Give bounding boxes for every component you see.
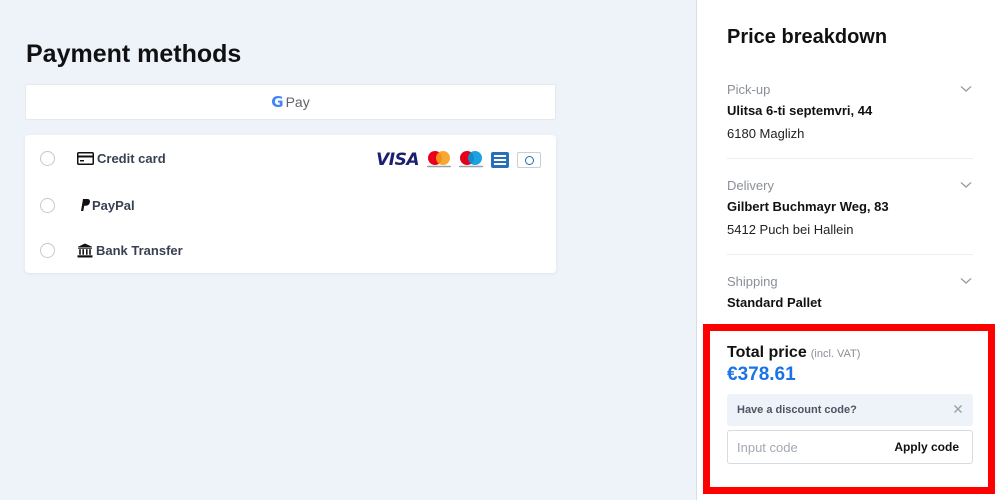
google-g-icon: G (271, 93, 284, 111)
payment-panel: Payment methods G Pay Credit card VISA P… (0, 0, 696, 500)
paypal-label: PayPal (92, 197, 135, 213)
paypal-radio[interactable] (40, 197, 55, 213)
google-pay-button[interactable]: G Pay (25, 84, 556, 120)
credit-card-label: Credit card (97, 150, 166, 166)
google-pay-label: Pay (285, 94, 310, 110)
chevron-down-icon[interactable] (959, 276, 973, 286)
delivery-section[interactable]: Delivery Gilbert Buchmayr Weg, 83 5412 P… (727, 178, 973, 237)
payment-option-bank-transfer[interactable]: Bank Transfer (25, 230, 556, 270)
mastercard-icon (427, 150, 451, 170)
delivery-address: Gilbert Buchmayr Weg, 83 (727, 199, 889, 214)
chevron-down-icon[interactable] (959, 84, 973, 94)
section-divider (727, 254, 973, 255)
diners-club-icon (517, 152, 541, 168)
credit-card-icon (76, 150, 94, 166)
pickup-address: Ulitsa 6-ti septemvri, 44 (727, 103, 873, 118)
delivery-label: Delivery (727, 178, 774, 193)
payment-methods-list: Credit card VISA PayPal Bank Transfer (25, 135, 556, 273)
shipping-label: Shipping (727, 274, 778, 289)
section-divider (727, 158, 973, 159)
pickup-section[interactable]: Pick-up Ulitsa 6-ti septemvri, 44 6180 M… (727, 82, 973, 141)
chevron-down-icon[interactable] (959, 180, 973, 190)
price-breakdown-title: Price breakdown (727, 26, 888, 48)
maestro-icon (459, 150, 483, 170)
shipping-type: Standard Pallet (727, 295, 822, 310)
page-title: Payment methods (26, 40, 242, 68)
bank-icon (76, 242, 94, 258)
bank-transfer-radio[interactable] (40, 242, 55, 258)
delivery-city: 5412 Puch bei Hallein (727, 222, 854, 237)
credit-card-radio[interactable] (40, 150, 55, 166)
pickup-city: 6180 Maglizh (727, 126, 805, 141)
visa-icon: VISA (376, 150, 419, 170)
payment-option-paypal[interactable]: PayPal (25, 185, 556, 225)
amex-icon (491, 152, 509, 168)
payment-option-credit-card[interactable]: Credit card VISA (25, 138, 556, 178)
pickup-label: Pick-up (727, 82, 771, 97)
card-brands: VISA (376, 150, 541, 170)
shipping-section[interactable]: Shipping Standard Pallet (727, 274, 973, 310)
bank-transfer-label: Bank Transfer (96, 242, 183, 258)
highlight-box (703, 324, 995, 494)
